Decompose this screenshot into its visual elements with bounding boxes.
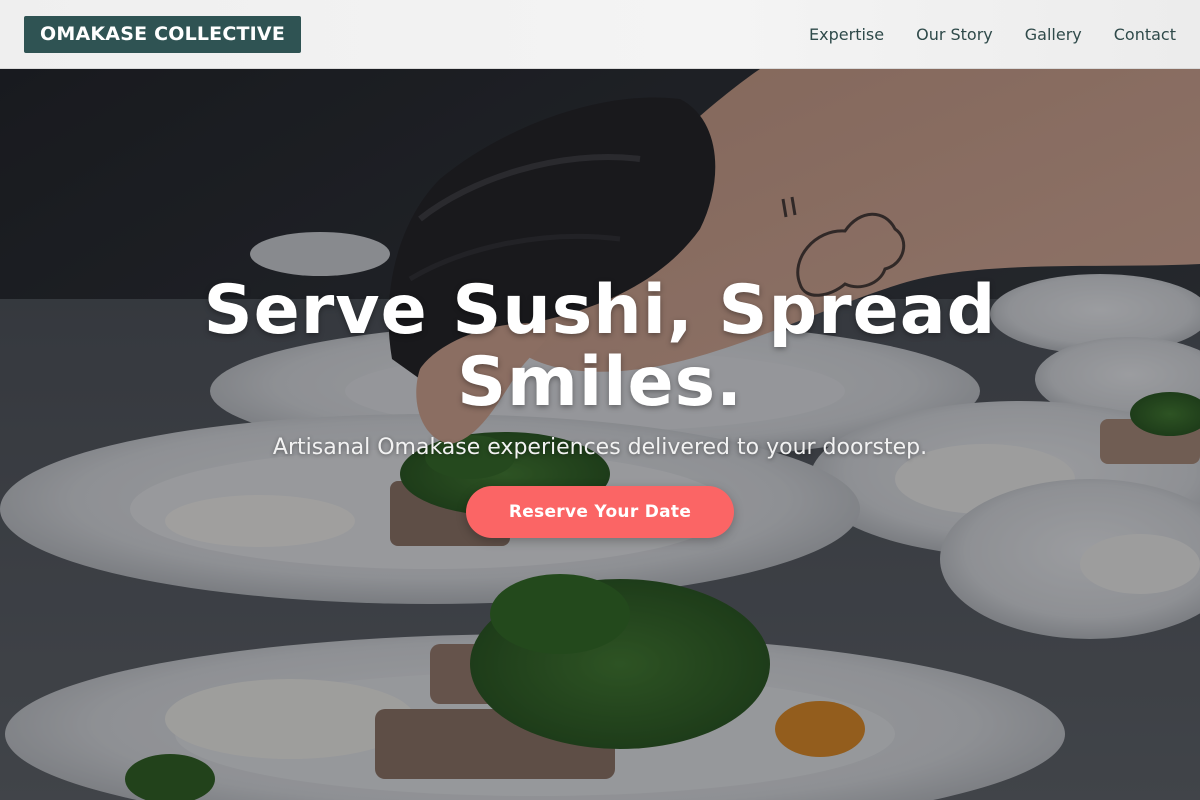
brand-logo[interactable]: OMAKASE COLLECTIVE [24,15,302,53]
hero-title: Serve Sushi, Spread Smiles. [203,271,997,422]
nav-link-gallery[interactable]: Gallery [1025,25,1082,44]
site-header: OMAKASE COLLECTIVE Expertise Our Story G… [0,0,1200,69]
hero-content: Serve Sushi, Spread Smiles. Artisanal Om… [0,69,1200,800]
nav-link-expertise[interactable]: Expertise [809,25,884,44]
reserve-date-button[interactable]: Reserve Your Date [466,486,734,538]
main-nav: Expertise Our Story Gallery Contact [809,25,1176,44]
nav-link-our-story[interactable]: Our Story [916,25,993,44]
hero-section: Serve Sushi, Spread Smiles. Artisanal Om… [0,69,1200,800]
nav-link-contact[interactable]: Contact [1114,25,1176,44]
hero-subtitle: Artisanal Omakase experiences delivered … [272,435,928,460]
